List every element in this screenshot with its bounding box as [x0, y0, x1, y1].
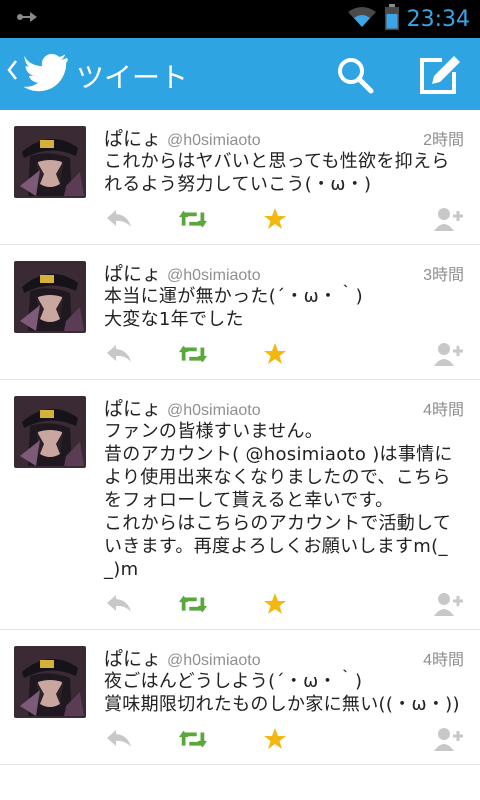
tweet-author-name[interactable]: ぱにょ: [104, 263, 161, 285]
tweet-author-name[interactable]: ぱにょ: [104, 398, 161, 420]
tweet-timestamp: 4時間: [423, 652, 464, 669]
tweet-text: これからはヤバいと思っても性欲を抑えられるよう努力していこう(・ω・): [104, 151, 450, 195]
reply-icon[interactable]: [104, 341, 134, 367]
page-title: ツイート: [76, 61, 189, 94]
reply-icon[interactable]: [104, 726, 134, 752]
follow-user-icon[interactable]: [434, 341, 464, 367]
avatar[interactable]: [14, 646, 86, 718]
tweet-author-handle[interactable]: @h0simiaoto: [167, 267, 261, 284]
tweet-author-handle[interactable]: @h0simiaoto: [167, 652, 261, 669]
follow-user-icon[interactable]: [434, 726, 464, 752]
tweet-item[interactable]: ぱにょ @h0simiaoto 4時間 夜ごはんどうしよう(´・ω・｀) 賞味期限…: [0, 630, 480, 765]
favorite-star-icon[interactable]: [260, 591, 290, 617]
tweet-actions: [104, 716, 464, 764]
tweet-actions: [104, 331, 464, 379]
tweet-author-handle[interactable]: @h0simiaoto: [167, 402, 261, 419]
tweet-item[interactable]: ぱにょ @h0simiaoto 2時間 これからはヤバいと思っても性欲を抑えられる…: [0, 110, 480, 245]
wifi-icon: [347, 6, 377, 32]
twitter-bird-icon[interactable]: [23, 53, 68, 96]
tweet-actions: [104, 196, 464, 244]
retweet-icon[interactable]: [178, 341, 208, 367]
follow-user-icon[interactable]: [434, 591, 464, 617]
chevron-left-icon[interactable]: [6, 59, 18, 87]
tweet-text: 本当に運が無かった(´・ω・｀) 大変な1年でした: [104, 286, 363, 330]
tweet-item[interactable]: ぱにょ @h0simiaoto 4時間 ファンの皆様すいません。 昔のアカウント(…: [0, 380, 480, 630]
avatar[interactable]: [14, 261, 86, 333]
retweet-icon[interactable]: [178, 726, 208, 752]
reply-icon[interactable]: [104, 206, 134, 232]
search-icon[interactable]: [336, 56, 374, 94]
avatar[interactable]: [14, 396, 86, 468]
compose-icon[interactable]: [418, 54, 462, 96]
battery-icon: [384, 4, 399, 34]
tweet-item[interactable]: ぱにょ @h0simiaoto 3時間 本当に運が無かった(´・ω・｀) 大変な1…: [0, 245, 480, 380]
tweet-text: ファンの皆様すいません。 昔のアカウント( @hosimiaoto )は事情によ…: [104, 421, 453, 580]
favorite-star-icon[interactable]: [260, 726, 290, 752]
app-bar: ツイート: [0, 38, 480, 110]
follow-user-icon[interactable]: [434, 206, 464, 232]
retweet-icon[interactable]: [178, 206, 208, 232]
tweet-timestamp: 2時間: [423, 132, 464, 149]
status-time: 23:34: [406, 6, 470, 32]
usb-debug-icon: [16, 9, 40, 29]
tweet-timestamp: 4時間: [423, 402, 464, 419]
retweet-icon[interactable]: [178, 591, 208, 617]
reply-icon[interactable]: [104, 591, 134, 617]
avatar[interactable]: [14, 126, 86, 198]
status-bar: 23:34: [0, 0, 480, 38]
tweet-list: ぱにょ @h0simiaoto 2時間 これからはヤバいと思っても性欲を抑えられる…: [0, 110, 480, 765]
tweet-timestamp: 3時間: [423, 267, 464, 284]
tweet-author-name[interactable]: ぱにょ: [104, 648, 161, 670]
tweet-text: 夜ごはんどうしよう(´・ω・｀) 賞味期限切れたものしか家に無い((・ω・)): [104, 671, 460, 715]
tweet-author-handle[interactable]: @h0simiaoto: [167, 132, 261, 149]
favorite-star-icon[interactable]: [260, 206, 290, 232]
favorite-star-icon[interactable]: [260, 341, 290, 367]
tweet-author-name[interactable]: ぱにょ: [104, 128, 161, 150]
tweet-actions: [104, 581, 464, 629]
